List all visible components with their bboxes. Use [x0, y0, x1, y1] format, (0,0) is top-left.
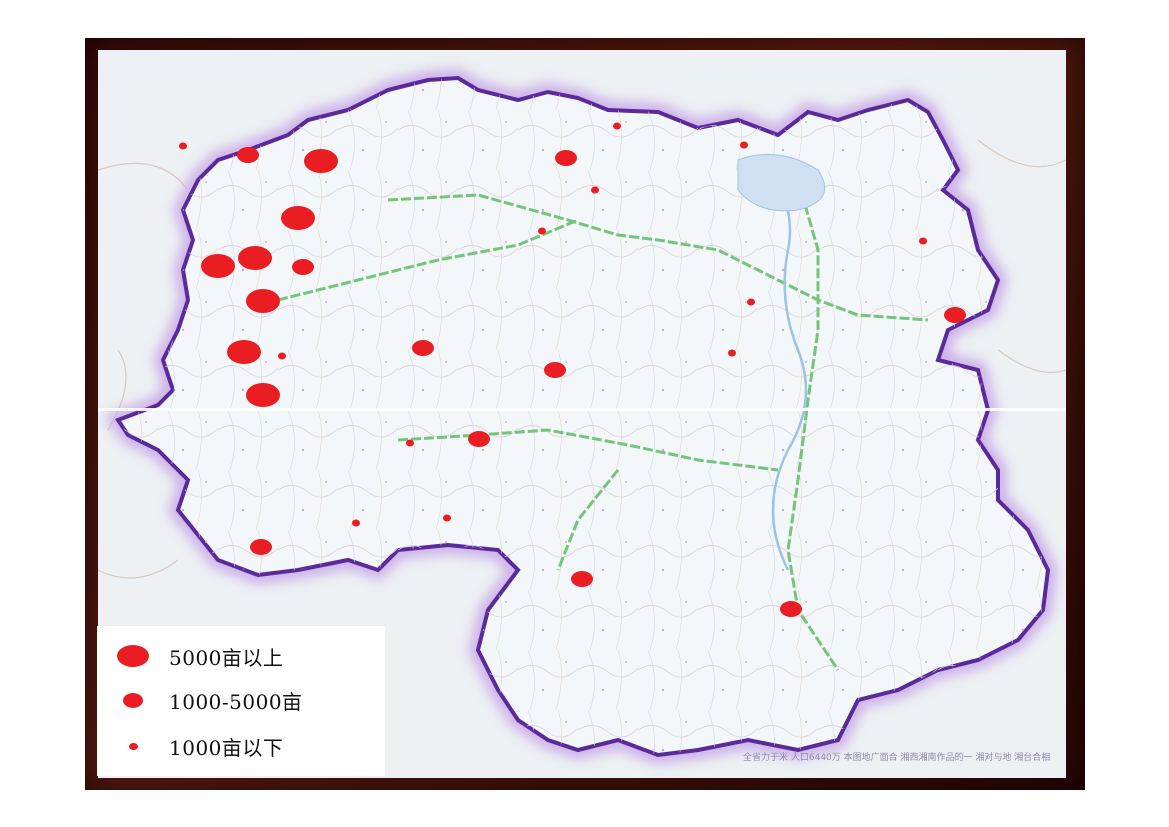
site-marker-small	[728, 349, 736, 357]
site-marker-large	[246, 289, 280, 313]
site-marker-medium	[555, 150, 577, 166]
site-marker-large	[227, 340, 261, 364]
legend-label-large: 5000亩以上	[169, 645, 284, 670]
site-marker-medium	[571, 571, 593, 587]
legend-dot-small	[128, 742, 138, 750]
site-marker-small	[747, 298, 755, 306]
site-marker-medium	[944, 307, 966, 323]
site-marker-small	[352, 519, 360, 527]
site-marker-large	[246, 383, 280, 407]
site-marker-small	[443, 514, 451, 522]
site-marker-large	[201, 254, 235, 278]
legend-dot-medium	[123, 692, 143, 708]
legend-label-medium: 1000-5000亩	[169, 689, 303, 714]
site-marker-small	[538, 227, 546, 235]
legend-label-small: 1000亩以下	[169, 735, 284, 760]
legend-row-medium: 1000-5000亩	[97, 680, 385, 720]
site-marker-medium	[468, 431, 490, 447]
site-marker-small	[740, 141, 748, 149]
map-fold-line	[98, 408, 1066, 411]
site-marker-medium	[544, 362, 566, 378]
site-marker-small	[406, 439, 414, 447]
legend-row-small: 1000亩以下	[97, 726, 385, 766]
site-marker-small	[591, 186, 599, 194]
site-marker-large	[238, 246, 272, 270]
legend: 5000亩以上 1000-5000亩 1000亩以下	[97, 626, 385, 776]
site-marker-medium	[412, 340, 434, 356]
site-marker-medium	[292, 259, 314, 275]
legend-dot-large	[117, 645, 149, 667]
map-footnote: 全省力于米 人口6440万 本图地广面合 湘西湘南作品的一 湘对与地 湘台合相	[743, 753, 1051, 763]
site-marker-medium	[237, 147, 259, 163]
site-marker-medium	[250, 539, 272, 555]
site-marker-small	[179, 142, 187, 150]
site-marker-small	[919, 237, 927, 245]
site-marker-medium	[780, 601, 802, 617]
site-marker-small	[613, 122, 621, 130]
legend-row-large: 5000亩以上	[97, 636, 385, 676]
site-marker-large	[304, 149, 338, 173]
site-marker-small	[278, 352, 286, 360]
site-marker-large	[281, 206, 315, 230]
